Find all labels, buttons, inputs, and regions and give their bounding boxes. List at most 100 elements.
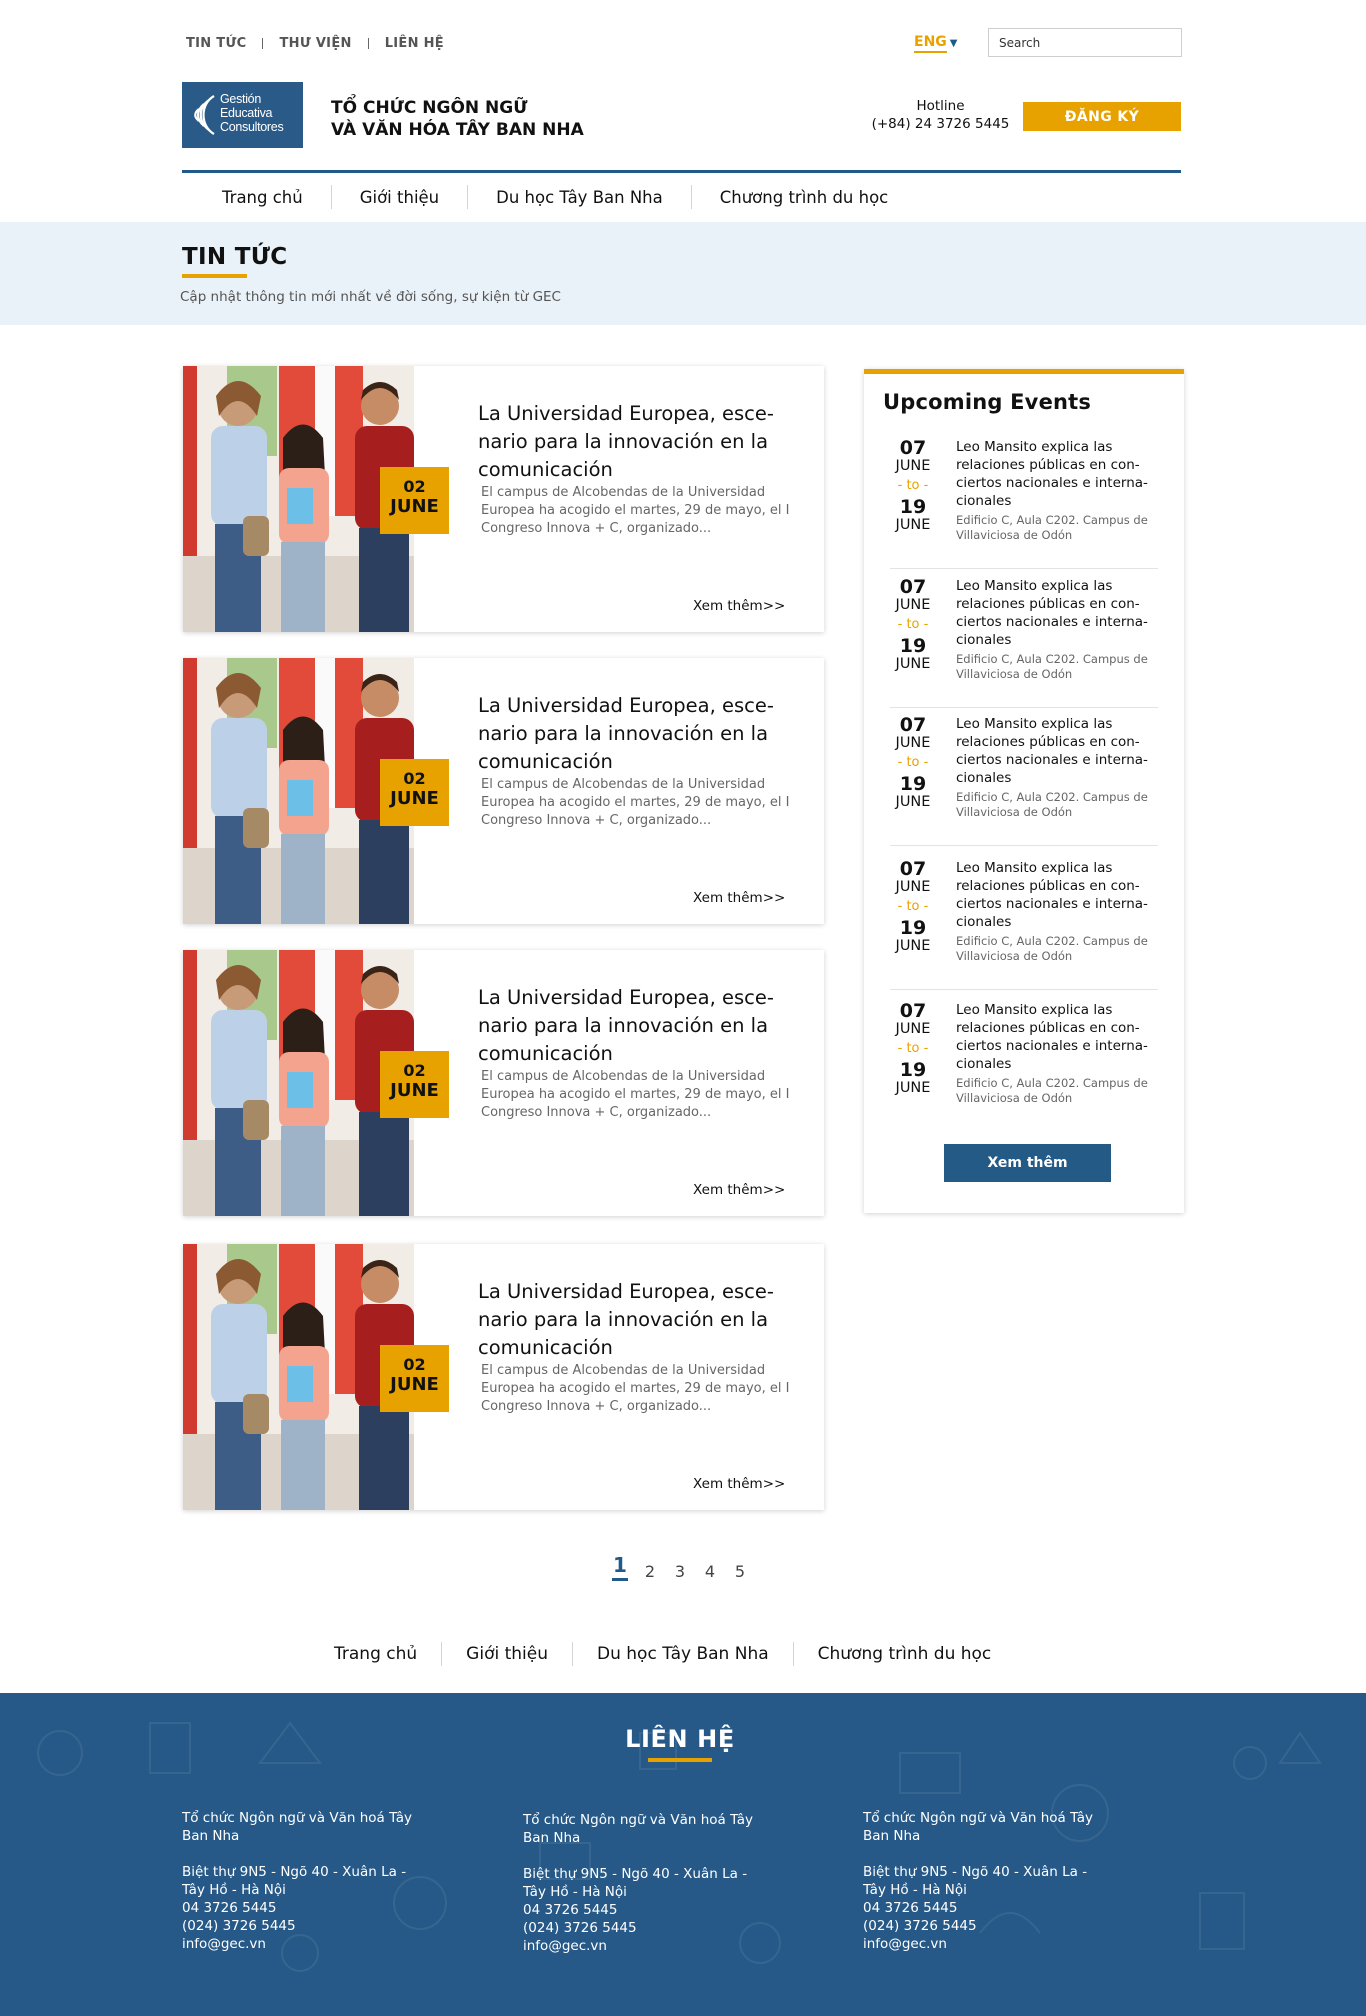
page-5-link[interactable]: 5 xyxy=(732,1562,748,1581)
event-title[interactable]: Leo Mansito explica las relaciones públi… xyxy=(956,438,1166,510)
event-info: Leo Mansito explica las relaciones públi… xyxy=(956,1001,1166,1106)
top-link-contact[interactable]: LIÊN HỆ xyxy=(385,36,444,51)
nav-item-about[interactable]: Giới thiệu xyxy=(332,188,467,207)
event-start-day: 07 xyxy=(899,858,927,880)
news-title[interactable]: La Universidad Europea, esce-nario para … xyxy=(478,692,803,776)
gec-logo[interactable]: Gestión Educativa Consultores xyxy=(182,82,303,148)
org-name-line1: TỔ CHỨC NGÔN NGỮ xyxy=(331,98,528,118)
chevron-down-icon: ▼ xyxy=(949,38,958,49)
event-item[interactable]: 07 JUNE - to - 19 JUNE Leo Mansito expli… xyxy=(890,438,1160,569)
main-nav: Trang chủ Giới thiệu Du học Tây Ban Nha … xyxy=(182,176,916,218)
event-title[interactable]: Leo Mansito explica las relaciones públi… xyxy=(956,577,1166,649)
news-title[interactable]: La Universidad Europea, esce-nario para … xyxy=(478,984,803,1068)
event-start-day: 07 xyxy=(899,1000,927,1022)
news-day: 02 xyxy=(403,769,426,788)
nav-item-study-spain[interactable]: Du học Tây Ban Nha xyxy=(468,188,691,207)
contact-email[interactable]: info@gec.vn xyxy=(182,1935,432,1953)
top-links: TIN TỨC THƯ VIỆN LIÊN HỆ xyxy=(186,36,444,51)
news-read-more-link[interactable]: Xem thêm>> xyxy=(693,890,785,906)
news-card[interactable]: 02 JUNE La Universidad Europea, esce-nar… xyxy=(183,950,824,1216)
event-start-day: 07 xyxy=(899,576,927,598)
contact-phone2[interactable]: (024) 3726 5445 xyxy=(182,1917,432,1935)
page-1-link[interactable]: 1 xyxy=(612,1553,628,1581)
contact-column: Tổ chức Ngôn ngữ và Văn hoá Tây Ban Nha … xyxy=(182,1809,432,1953)
contact-phone2[interactable]: (024) 3726 5445 xyxy=(523,1919,773,1937)
news-month: JUNE xyxy=(390,788,439,809)
footer-nav-programs[interactable]: Chương trình du học xyxy=(794,1644,1016,1664)
event-info: Leo Mansito explica las relaciones públi… xyxy=(956,438,1166,543)
page-3-link[interactable]: 3 xyxy=(672,1562,688,1581)
news-excerpt: El campus de Alcobendas de la Universida… xyxy=(481,1363,790,1414)
nav-item-home[interactable]: Trang chủ xyxy=(182,188,331,207)
event-title[interactable]: Leo Mansito explica las relaciones públi… xyxy=(956,1001,1166,1073)
event-item[interactable]: 07 JUNE - to - 19 JUNE Leo Mansito expli… xyxy=(890,715,1160,846)
news-excerpt: El campus de Alcobendas de la Universida… xyxy=(481,777,790,828)
news-date-badge: 02 JUNE xyxy=(380,467,449,534)
register-button[interactable]: ĐĂNG KÝ xyxy=(1023,102,1181,131)
top-link-news[interactable]: TIN TỨC xyxy=(186,36,246,51)
contact-email[interactable]: info@gec.vn xyxy=(523,1937,773,1955)
event-end-day: 19 xyxy=(899,496,927,518)
contact-phone2[interactable]: (024) 3726 5445 xyxy=(863,1917,1113,1935)
contact-phone[interactable]: 04 3726 5445 xyxy=(523,1901,773,1919)
contact-address: Biệt thự 9N5 - Ngõ 40 - Xuân La - Tây Hồ… xyxy=(182,1864,407,1898)
page-title: TIN TỨC xyxy=(182,244,288,270)
contact-org: Tổ chức Ngôn ngữ và Văn hoá Tây Ban Nha xyxy=(863,1810,1094,1844)
event-end-day: 19 xyxy=(899,1059,927,1081)
contact-section: LIÊN HỆ Tổ chức Ngôn ngữ và Văn hoá Tây … xyxy=(0,1693,1366,2016)
top-link-library[interactable]: THƯ VIỆN xyxy=(279,36,351,51)
news-title[interactable]: La Universidad Europea, esce-nario para … xyxy=(478,400,803,484)
event-end-month: JUNE xyxy=(895,517,931,533)
page-2-link[interactable]: 2 xyxy=(642,1562,658,1581)
logo-line: Consultores xyxy=(220,120,284,134)
news-card[interactable]: 02 JUNE La Universidad Europea, esce-nar… xyxy=(183,366,824,632)
event-info: Leo Mansito explica las relaciones públi… xyxy=(956,859,1166,964)
footer-nav: Trang chủ Giới thiệu Du học Tây Ban Nha … xyxy=(306,1636,1015,1672)
hotline-number[interactable]: (+84) 24 3726 5445 xyxy=(868,115,1013,133)
event-dates: 07 JUNE - to - 19 JUNE xyxy=(890,859,936,955)
news-read-more-link[interactable]: Xem thêm>> xyxy=(693,1182,785,1198)
news-month: JUNE xyxy=(390,496,439,517)
divider xyxy=(367,38,369,49)
news-read-more-link[interactable]: Xem thêm>> xyxy=(693,1476,785,1492)
divider xyxy=(262,38,264,49)
page-4-link[interactable]: 4 xyxy=(702,1562,718,1581)
language-label: ENG xyxy=(914,34,947,53)
contact-email[interactable]: info@gec.vn xyxy=(863,1935,1113,1953)
footer-nav-about[interactable]: Giới thiệu xyxy=(442,1644,572,1664)
news-card[interactable]: 02 JUNE La Universidad Europea, esce-nar… xyxy=(183,658,824,924)
news-read-more-link[interactable]: Xem thêm>> xyxy=(693,598,785,614)
event-item[interactable]: 07 JUNE - to - 19 JUNE Leo Mansito expli… xyxy=(890,1001,1160,1130)
news-title[interactable]: La Universidad Europea, esce-nario para … xyxy=(478,1278,803,1362)
divider xyxy=(890,568,1158,569)
top-bar: TIN TỨC THƯ VIỆN LIÊN HỆ ENG ▼ xyxy=(186,28,1182,58)
event-place: Edificio C, Aula C202. Campus de Villavi… xyxy=(956,513,1148,542)
hotline: Hotline (+84) 24 3726 5445 xyxy=(868,97,1013,133)
contact-phone[interactable]: 04 3726 5445 xyxy=(863,1899,1113,1917)
contact-phone[interactable]: 04 3726 5445 xyxy=(182,1899,432,1917)
event-to-label: - to - xyxy=(897,617,929,632)
logo-line: Educativa xyxy=(220,106,273,120)
footer-nav-study-spain[interactable]: Du học Tây Ban Nha xyxy=(573,1644,793,1664)
news-card[interactable]: 02 JUNE La Universidad Europea, esce-nar… xyxy=(183,1244,824,1510)
news-day: 02 xyxy=(403,1355,426,1374)
event-place: Edificio C, Aula C202. Campus de Villavi… xyxy=(956,790,1148,819)
logo-waves-icon xyxy=(194,95,215,135)
events-more-button[interactable]: Xem thêm xyxy=(944,1144,1111,1182)
event-end-day: 19 xyxy=(899,917,927,939)
upcoming-events-title: Upcoming Events xyxy=(883,390,1092,414)
org-name-line2: VÀ VĂN HÓA TÂY BAN NHA xyxy=(331,120,584,140)
event-item[interactable]: 07 JUNE - to - 19 JUNE Leo Mansito expli… xyxy=(890,859,1160,990)
footer-nav-home[interactable]: Trang chủ xyxy=(306,1644,441,1664)
event-title[interactable]: Leo Mansito explica las relaciones públi… xyxy=(956,859,1166,931)
event-item[interactable]: 07 JUNE - to - 19 JUNE Leo Mansito expli… xyxy=(890,576,1160,708)
logo-line: Gestión xyxy=(220,92,261,106)
event-place: Edificio C, Aula C202. Campus de Villavi… xyxy=(956,1076,1148,1105)
language-selector[interactable]: ENG ▼ xyxy=(914,34,958,53)
event-title[interactable]: Leo Mansito explica las relaciones públi… xyxy=(956,715,1166,787)
page-subtitle: Cập nhật thông tin mới nhất về đời sống,… xyxy=(180,289,561,305)
nav-item-programs[interactable]: Chương trình du học xyxy=(692,188,917,207)
event-place: Edificio C, Aula C202. Campus de Villavi… xyxy=(956,652,1148,681)
search-input[interactable] xyxy=(988,28,1182,57)
contact-title: LIÊN HỆ xyxy=(625,1725,735,1753)
